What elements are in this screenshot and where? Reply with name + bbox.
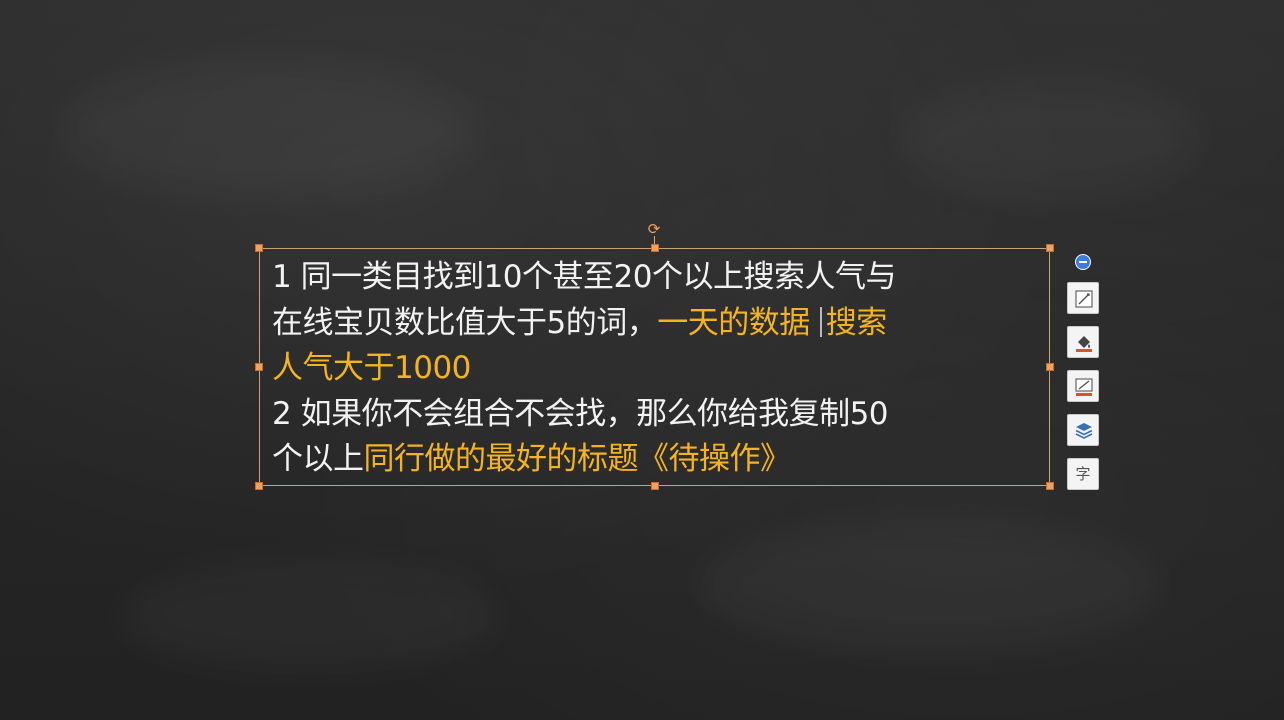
text-line: 2 如果你不会组合不会找，那么你给我复制50 bbox=[272, 392, 1042, 438]
text-format-icon: 字 bbox=[1075, 465, 1091, 483]
resize-handle-middle-left[interactable] bbox=[255, 363, 263, 371]
layers-button[interactable] bbox=[1067, 414, 1099, 446]
rotate-handle[interactable]: ⟳ bbox=[647, 222, 661, 237]
chalk-smudge bbox=[120, 560, 500, 670]
resize-handle-middle-right[interactable] bbox=[1046, 363, 1054, 371]
body-text: 在线宝贝数比值大于5的词， bbox=[272, 304, 658, 341]
resize-handle-bottom-left[interactable] bbox=[255, 482, 263, 490]
resize-handle-bottom-right[interactable] bbox=[1046, 482, 1054, 490]
shape-style-button[interactable] bbox=[1067, 282, 1099, 314]
collapse-icon[interactable] bbox=[1075, 254, 1091, 270]
text-cursor bbox=[819, 306, 822, 337]
body-text: 个以上 bbox=[272, 441, 364, 477]
resize-handle-top-left[interactable] bbox=[255, 244, 263, 252]
highlighted-text: 搜索 bbox=[825, 304, 888, 341]
text-line: 人气大于1000 bbox=[272, 346, 1042, 392]
fill-color-icon bbox=[1076, 336, 1092, 352]
shape-style-icon bbox=[1075, 290, 1093, 308]
outline-icon bbox=[1075, 378, 1093, 396]
text-line: 个以上同行做的最好的标题《待操作》 bbox=[272, 437, 1042, 483]
body-text: 2 如果你不会组合不会找，那么你给我复制50 bbox=[272, 395, 889, 432]
highlighted-text: 人气大于1000 bbox=[272, 350, 471, 386]
chalk-smudge bbox=[60, 60, 480, 200]
selected-text-box[interactable]: 1 同一类目找到10个甚至20个以上搜索人气与 在线宝贝数比值大于5的词，一天的数… bbox=[259, 248, 1050, 486]
chalk-smudge bbox=[700, 520, 1160, 650]
rotate-handle-stem bbox=[654, 236, 655, 244]
resize-handle-top-right[interactable] bbox=[1046, 244, 1054, 252]
body-text: 1 同一类目找到10个甚至20个以上搜索人气与 bbox=[272, 259, 896, 295]
text-line: 1 同一类目找到10个甚至20个以上搜索人气与 bbox=[272, 255, 1042, 301]
chalk-smudge bbox=[900, 80, 1200, 200]
highlighted-text: 同行做的最好的标题《待操作》 bbox=[363, 441, 792, 477]
highlighted-text: 一天的数据 bbox=[657, 304, 810, 341]
fill-color-button[interactable] bbox=[1067, 326, 1099, 358]
text-line: 在线宝贝数比值大于5的词，一天的数据 搜索 bbox=[272, 301, 1042, 347]
resize-handle-bottom-center[interactable] bbox=[651, 482, 659, 490]
outline-button[interactable] bbox=[1067, 370, 1099, 402]
text-box-content[interactable]: 1 同一类目找到10个甚至20个以上搜索人气与 在线宝贝数比值大于5的词，一天的数… bbox=[272, 255, 1042, 483]
resize-handle-top-center[interactable] bbox=[651, 244, 659, 252]
layers-icon bbox=[1075, 423, 1093, 439]
text-format-button[interactable]: 字 bbox=[1067, 458, 1099, 490]
chalkboard-slide: ⟳ 1 同一类目找到10个甚至20个以上搜索人气与 在线宝贝数比值大于5的词，一天… bbox=[0, 0, 1284, 720]
